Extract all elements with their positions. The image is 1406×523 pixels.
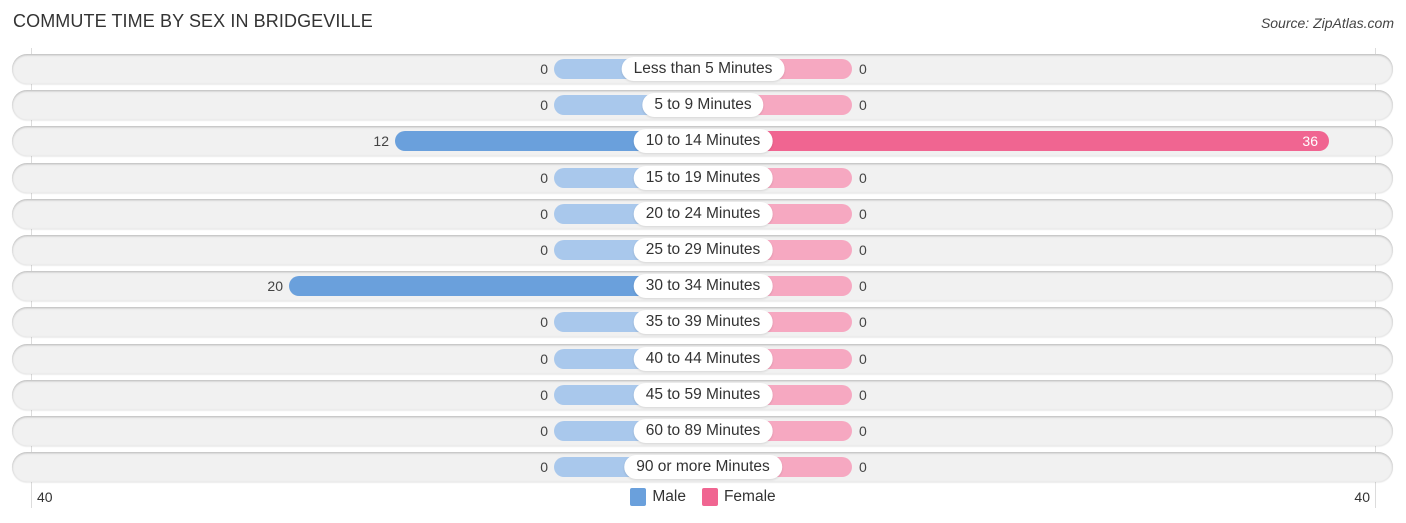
- female-value-label: 0: [859, 278, 867, 295]
- legend-label-female: Female: [723, 488, 776, 505]
- female-value-label: 0: [859, 386, 867, 403]
- category-label: 5 to 9 Minutes: [642, 93, 764, 118]
- female-value-label: 36: [1302, 133, 1318, 150]
- legend-swatch-male: [630, 488, 647, 506]
- source-credit: Source: ZipAtlas.com: [1260, 15, 1394, 31]
- female-value-label: 0: [859, 97, 867, 114]
- male-value-label: 12: [373, 133, 389, 150]
- male-value-label: 0: [540, 61, 548, 77]
- female-bar[interactable]: [703, 131, 1329, 152]
- male-value-label: 0: [540, 459, 548, 476]
- male-value-label: 0: [540, 386, 548, 403]
- female-value-label: 0: [859, 350, 867, 367]
- category-label: 60 to 89 Minutes: [633, 419, 773, 443]
- male-value-label: 0: [540, 423, 548, 439]
- female-value-label: 0: [859, 169, 867, 186]
- category-label: 30 to 34 Minutes: [633, 274, 773, 299]
- category-label: 90 or more Minutes: [624, 455, 782, 480]
- male-value-label: 0: [540, 97, 548, 114]
- legend-item-male[interactable]: Male: [630, 488, 686, 506]
- category-label: 10 to 14 Minutes: [633, 129, 773, 154]
- female-value-label: 0: [859, 314, 867, 331]
- female-value-label: 0: [859, 423, 867, 439]
- female-value-label: 0: [859, 205, 867, 222]
- category-label: 40 to 44 Minutes: [633, 346, 773, 371]
- male-value-label: 0: [540, 350, 548, 367]
- legend: Male Female: [0, 488, 1406, 506]
- male-value-label: 0: [540, 242, 548, 258]
- male-value-label: 0: [540, 205, 548, 222]
- legend-swatch-female: [701, 488, 718, 506]
- category-label: 15 to 19 Minutes: [633, 165, 773, 190]
- category-label: Less than 5 Minutes: [621, 57, 785, 81]
- category-label: 35 to 39 Minutes: [633, 310, 773, 335]
- category-label: 45 to 59 Minutes: [633, 382, 773, 407]
- female-value-label: 0: [859, 61, 867, 77]
- female-value-label: 0: [859, 242, 867, 258]
- category-label: 25 to 29 Minutes: [633, 238, 773, 262]
- male-value-label: 20: [267, 278, 283, 295]
- legend-item-female[interactable]: Female: [701, 488, 776, 506]
- chart-title: COMMUTE TIME BY SEX IN BRIDGEVILLE: [13, 11, 373, 31]
- male-value-label: 0: [540, 169, 548, 186]
- category-label: 20 to 24 Minutes: [633, 201, 773, 226]
- female-value-label: 0: [859, 459, 867, 476]
- male-value-label: 0: [540, 314, 548, 331]
- legend-label-male: Male: [652, 488, 686, 505]
